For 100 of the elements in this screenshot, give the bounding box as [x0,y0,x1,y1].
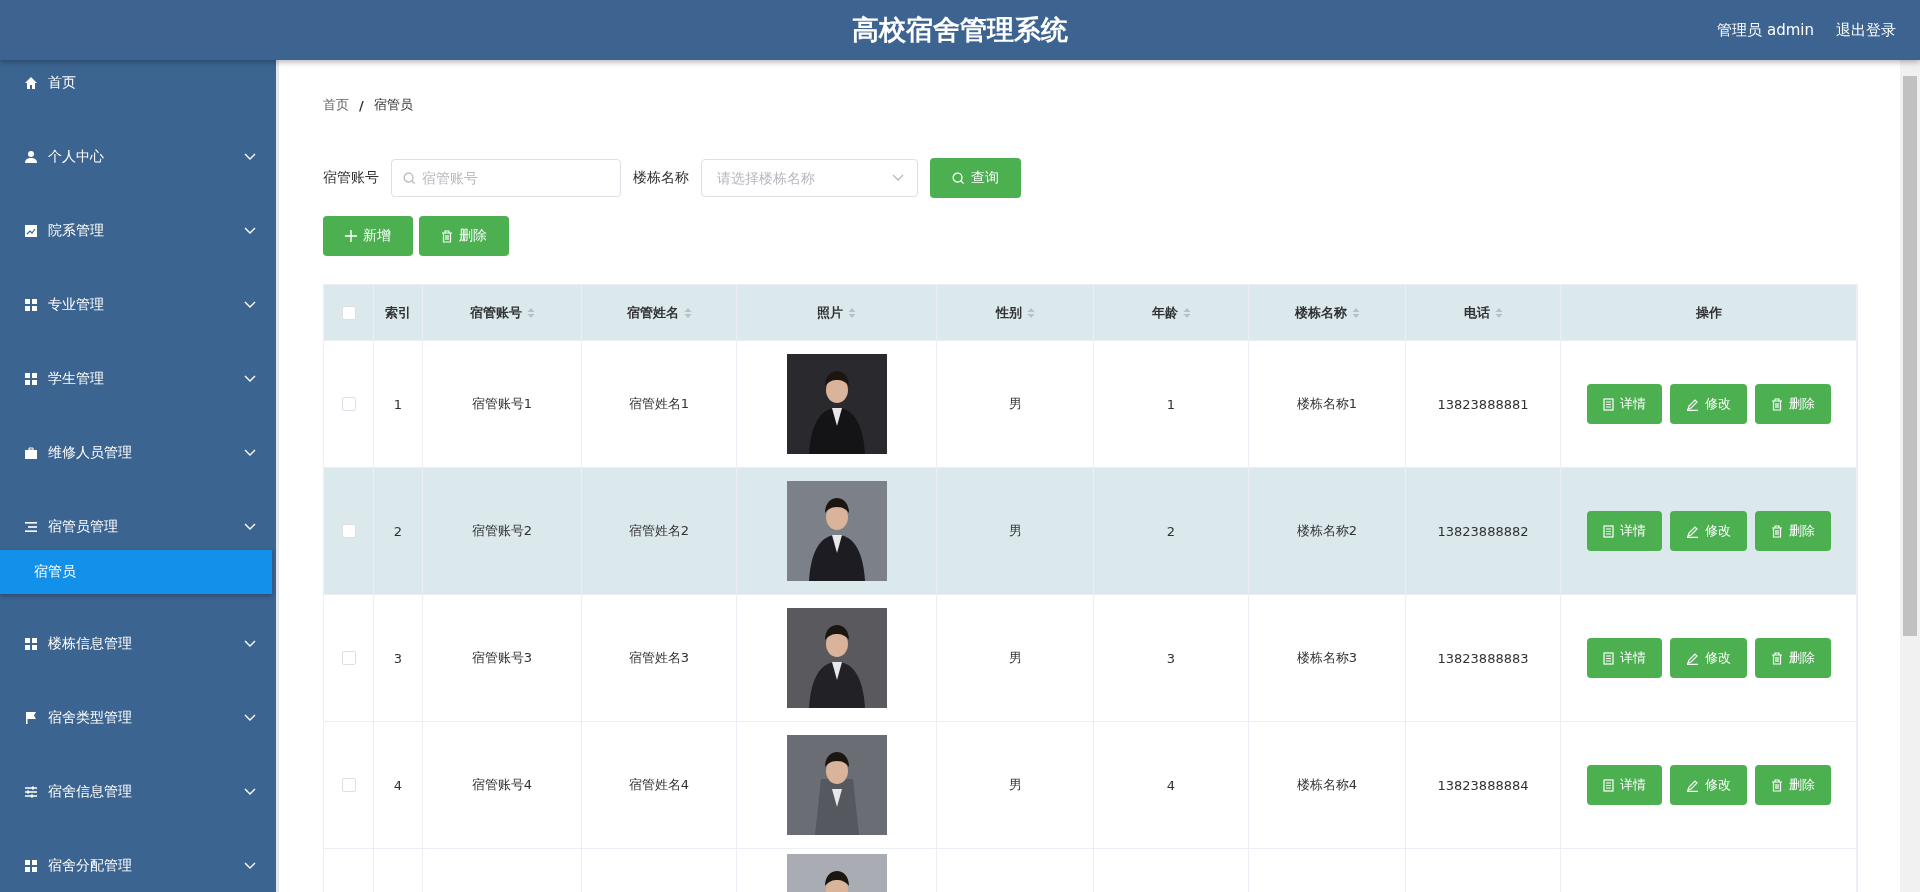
table-cell: 宿管账号2 [471,522,533,540]
trash-icon [1770,524,1783,538]
sidebar-item[interactable]: 专业管理 [0,282,276,328]
checkbox[interactable] [341,305,356,320]
sidebar-subitem[interactable]: 宿管员 [0,550,272,594]
table-cell: 4 [1166,777,1176,793]
grid-icon [24,637,38,651]
grid-icon [24,859,38,873]
sidebar-item[interactable]: 宿舍分配管理 [0,843,276,889]
scrollbar[interactable] [1900,60,1920,892]
search-icon [403,171,416,185]
chevron-down-icon [892,174,904,182]
logout-link[interactable]: 退出登录 [1836,20,1896,40]
sort-icon[interactable] [1351,306,1360,319]
pencil-icon [1685,397,1699,411]
chevron-down-icon [244,788,256,796]
app-title: 高校宿舍管理系统 [852,13,1068,47]
chevron-down-icon [244,714,256,722]
header-cell[interactable]: 宿管姓名 [582,285,737,340]
search-field[interactable]: 宿管账号 [391,159,621,197]
table-cell: 宿管账号3 [471,649,533,667]
header-cell[interactable]: 性别 [937,285,1094,340]
table-cell: 楼栋名称3 [1296,649,1358,667]
field-label: 宿管账号 [323,169,379,187]
sidebar-item[interactable]: 维修人员管理 [0,430,276,476]
table-cell: 宿管姓名4 [628,776,690,794]
trash-icon [1770,778,1783,792]
column-title: 宿管账号 [469,303,522,322]
chevron-down-icon [244,153,256,161]
table-cell: 13823888883 [1437,650,1529,666]
sort-icon[interactable] [526,306,535,319]
sidebar-item[interactable]: 首页 [0,60,276,106]
search-icon [952,171,965,185]
table-cell: 男 [1008,776,1022,794]
table-cell: 1 [393,396,403,412]
chevron-down-icon [244,301,256,309]
chevron-down-icon [244,375,256,383]
column-title: 操作 [1695,303,1722,322]
header-cell[interactable]: 照片 [737,285,937,340]
sidebar-item[interactable]: 院系管理 [0,208,276,254]
pencil-icon [1685,651,1699,665]
grid-icon [24,298,38,312]
table-cell: 宿管姓名3 [628,649,690,667]
sidebar-item[interactable]: 宿舍类型管理 [0,695,276,741]
table-cell: 2 [1166,523,1176,539]
table-cell: 宿管姓名2 [628,522,690,540]
column-title: 索引 [385,303,411,322]
checkbox[interactable] [341,651,356,665]
sidebar-item[interactable]: 个人中心 [0,134,276,180]
sidebar-item[interactable]: 楼栋信息管理 [0,621,276,667]
checkbox[interactable] [341,397,356,411]
header-cell[interactable]: 楼栋名称 [1249,285,1406,340]
header-cell[interactable]: 电话 [1406,285,1561,340]
header-cell[interactable]: 年龄 [1094,285,1249,340]
sort-icon[interactable] [848,306,856,319]
briefcase-icon [24,446,38,460]
grid-icon [24,372,38,386]
document-icon [1602,397,1614,411]
column-title: 电话 [1463,303,1490,322]
table-cell: 楼栋名称2 [1296,522,1358,540]
breadcrumb-item[interactable]: 首页 [323,96,349,114]
sidebar-item[interactable]: 宿管员管理 [0,504,276,550]
trash-icon [1770,397,1783,411]
table-cell: 3 [1166,650,1176,666]
sidebar-item[interactable]: 学生管理 [0,356,276,402]
select-field[interactable]: 请选择楼栋名称 [701,159,918,197]
home-icon [24,76,38,90]
checkbox[interactable] [341,524,356,538]
header-cell[interactable]: 宿管账号 [423,285,582,340]
checkbox[interactable] [341,778,356,792]
column-title: 宿管姓名 [626,303,679,322]
breadcrumb-separator: / [359,97,364,113]
column-title: 照片 [817,303,843,322]
sliders-icon [24,785,38,799]
list-icon [24,520,38,534]
table-cell: 1 [1166,396,1176,412]
scrollbar-thumb[interactable] [1903,76,1917,636]
chevron-down-icon [244,449,256,457]
user-label: 管理员 admin [1717,20,1814,40]
document-icon [1602,651,1614,665]
flag-icon [24,711,38,725]
table-cell: 13823888882 [1437,523,1529,539]
trash-icon [441,229,453,243]
sort-icon[interactable] [683,306,692,319]
trash-icon [1770,651,1783,665]
document-icon [1602,778,1614,792]
column-title: 年龄 [1151,303,1178,322]
table-cell: 3 [393,650,403,666]
chevron-down-icon [244,862,256,870]
table-cell: 男 [1008,649,1022,667]
sidebar-item[interactable]: 宿舍信息管理 [0,769,276,815]
table-cell: 楼栋名称4 [1296,776,1358,794]
sort-icon[interactable] [1182,306,1191,319]
column-title: 楼栋名称 [1294,303,1347,322]
table-cell: 宿管账号1 [471,395,533,413]
sort-icon[interactable] [1026,306,1035,319]
pencil-icon [1685,524,1699,538]
table-cell: 13823888884 [1437,777,1529,793]
sort-icon[interactable] [1494,306,1503,319]
chevron-down-icon [244,640,256,648]
